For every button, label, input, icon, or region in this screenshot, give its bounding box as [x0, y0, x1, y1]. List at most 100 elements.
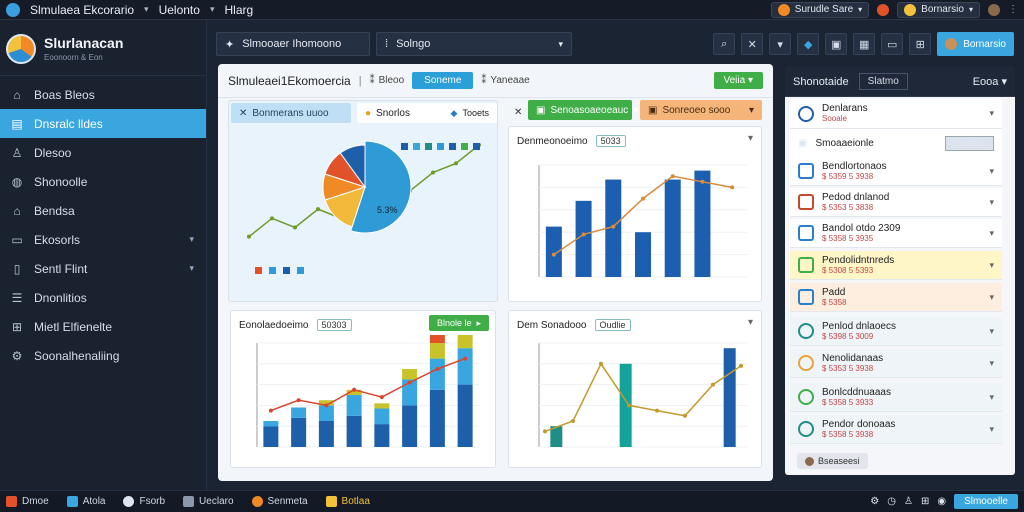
chevron-down-icon[interactable]: ▾: [144, 4, 149, 15]
chevron-down-icon[interactable]: ▾: [989, 326, 994, 337]
user-menu[interactable]: Bornarsio ▾: [897, 1, 980, 18]
chevron-down-icon[interactable]: ▾: [989, 392, 994, 403]
chevron-down-icon[interactable]: ▾: [989, 166, 994, 177]
list-item[interactable]: Bendlortonaos $ 5359 5 3938 ▾: [790, 157, 1002, 186]
chevron-down-icon[interactable]: ▾: [748, 133, 753, 144]
bottom-item-2[interactable]: Fsorb: [123, 496, 165, 507]
list-item[interactable]: Bonlcddnuaaas $ 5358 5 3933 ▾: [790, 383, 1002, 412]
bottom-bar: Dmoe Atola Fsorb Ueclaro Senmeta Botlaa …: [0, 490, 1024, 512]
pin-icon: ⁑: [481, 75, 487, 86]
list-item[interactable]: Bandol otdo 2309 $ 5358 5 3935 ▾: [790, 219, 1002, 248]
menu-item-2[interactable]: Hlarg: [224, 3, 253, 17]
item-meta: $ 5359 5 3938: [822, 171, 874, 181]
shield-icon[interactable]: ◆: [797, 33, 820, 55]
item-icon: [798, 225, 814, 241]
sidebar-item-0[interactable]: ⌂ Boas Bleos: [0, 80, 206, 109]
chevron-down-icon[interactable]: ▾: [748, 317, 753, 328]
bottom-item-0[interactable]: Dmoe: [6, 496, 49, 507]
grid-icon[interactable]: ⊞: [909, 33, 932, 55]
filter-row[interactable]: ▣ Smoaaeionle Seore ▾: [790, 129, 1002, 158]
bottom-action-button[interactable]: Slmooelle: [954, 494, 1018, 509]
pie-label: 5.3%: [377, 205, 398, 215]
user-button[interactable]: Bornarsio: [937, 32, 1014, 56]
app-title: Slmulaea Ekcorario: [30, 2, 135, 17]
menu-item-1[interactable]: Uelonto: [159, 3, 200, 17]
line-point: [739, 363, 743, 368]
search-pill[interactable]: Surudle Sare ▾: [770, 1, 870, 18]
chevron-down-icon[interactable]: ▾: [989, 197, 994, 208]
bar-segment: [318, 421, 334, 447]
sidebar-item-5[interactable]: ▭ Ekosorls ▾: [0, 225, 206, 254]
chevron-down-icon[interactable]: ▾: [210, 4, 215, 15]
line-point: [270, 216, 274, 221]
more-icon[interactable]: ⋮: [1008, 4, 1018, 15]
close-icon[interactable]: ✕: [514, 102, 522, 122]
chart-3-button[interactable]: Blnole le ▸: [428, 315, 489, 331]
filter-select[interactable]: ⁞ Solngo ▾: [376, 32, 572, 56]
bottom-item-5[interactable]: Botlaa: [325, 496, 370, 507]
user-icon[interactable]: ♙: [904, 496, 913, 507]
line-point: [700, 179, 705, 184]
volume-icon[interactable]: ◉: [937, 496, 946, 507]
sidebar-item-2[interactable]: ♙ Dlesoo: [0, 138, 206, 167]
list-item[interactable]: Penlod dnlaoecs $ 5398 5 3009 ▾: [790, 317, 1002, 346]
chevron-down-icon[interactable]: ▾: [989, 108, 994, 119]
list-item[interactable]: Padd $ 5358 ▾: [790, 283, 1002, 312]
tab-1[interactable]: ● Snorlos ◆ Tooets: [357, 103, 497, 123]
settings-icon[interactable]: ⚙: [870, 496, 879, 507]
network-icon[interactable]: ⊞: [921, 496, 929, 507]
tab-0[interactable]: ✕ Bonmerans uuoo: [231, 103, 351, 123]
tab-3[interactable]: ▣ Senoasoaeoeauc ▾: [528, 100, 638, 120]
search-icon[interactable]: ⌕: [713, 33, 736, 55]
tools-icon[interactable]: ✕: [741, 33, 764, 55]
bar-segment: [429, 389, 445, 447]
view-button[interactable]: Veiia ▾: [713, 72, 763, 89]
sidebar-item-6[interactable]: ▯ Sentl Flint ▾: [0, 254, 206, 283]
list-item[interactable]: Denlarans Sooale ▾: [790, 99, 1002, 129]
filter-select[interactable]: Seore ▾: [944, 135, 994, 151]
tab-4[interactable]: ▣ Sonreoeo sooo ▾: [640, 100, 762, 120]
bottom-item-1[interactable]: Atola: [66, 496, 105, 507]
chevron-down-icon[interactable]: ▾: [989, 260, 994, 271]
right-panel-field[interactable]: Slatmo: [858, 73, 908, 90]
list-item[interactable]: Nenolidanaas $ 5353 5 3938 ▾: [790, 349, 1002, 378]
sidebar-item-8[interactable]: ⊞ Mietl Elfienelte: [0, 312, 206, 341]
bar: [723, 348, 736, 447]
sidebar-item-3[interactable]: ◍ Shonoolle: [0, 167, 206, 196]
workspace-select[interactable]: ✦ Slmooaer Ihomoono: [216, 32, 370, 56]
bottom-item-4[interactable]: Senmeta: [251, 496, 308, 507]
item-name: Nenolidanaas: [822, 352, 884, 364]
app-icon: [6, 496, 17, 507]
sidebar-item-7[interactable]: ☰ Dnonlitios: [0, 283, 206, 312]
notification-icon[interactable]: [877, 3, 890, 16]
chip-1[interactable]: ⁑ Bleoo: [370, 75, 405, 86]
right-panel-sort[interactable]: Eooa ▾: [973, 75, 1007, 88]
line-point: [316, 207, 320, 212]
sidebar-item-1[interactable]: ▤ Dnsralc lldes: [0, 109, 206, 138]
window-icon[interactable]: ▭: [881, 33, 904, 55]
sidebar-item-9[interactable]: ⚙ Soonalhenaliing: [0, 341, 206, 370]
chip-3[interactable]: ⁑ Yaneaae: [481, 75, 529, 86]
chip-2-button[interactable]: Soneme: [412, 72, 474, 89]
chevron-down-icon[interactable]: ▾: [769, 33, 792, 55]
item-name: Bandol otdo 2309: [822, 222, 901, 234]
calendar-icon[interactable]: ▦: [853, 33, 876, 55]
chevron-down-icon[interactable]: ▾: [989, 424, 994, 435]
lock-icon[interactable]: ▣: [825, 33, 848, 55]
list-item[interactable]: Pedod dnlanod $ 5353 5 3838 ▾: [790, 188, 1002, 217]
bar-segment: [457, 335, 473, 349]
table-icon: ⊞: [11, 319, 23, 334]
legend-swatch: [425, 143, 432, 150]
line-point: [296, 398, 301, 403]
chevron-down-icon[interactable]: ▾: [989, 228, 994, 239]
bottom-item-3[interactable]: Ueclaro: [183, 496, 234, 507]
list-item[interactable]: Pendolidntnreds $ 5308 5 5393 ▾: [790, 251, 1002, 280]
right-panel-footer-button[interactable]: Bseaseesi: [797, 453, 868, 469]
list-item[interactable]: Pendor donoaas $ 5358 5 3938 ▾: [790, 415, 1002, 444]
sidebar-item-4[interactable]: ⌂ Bendsa: [0, 196, 206, 225]
bar-segment: [291, 407, 307, 418]
profile-avatar[interactable]: [988, 3, 1000, 16]
chevron-down-icon[interactable]: ▾: [989, 292, 994, 303]
chevron-down-icon[interactable]: ▾: [989, 358, 994, 369]
clock-icon[interactable]: ◷: [887, 496, 896, 507]
